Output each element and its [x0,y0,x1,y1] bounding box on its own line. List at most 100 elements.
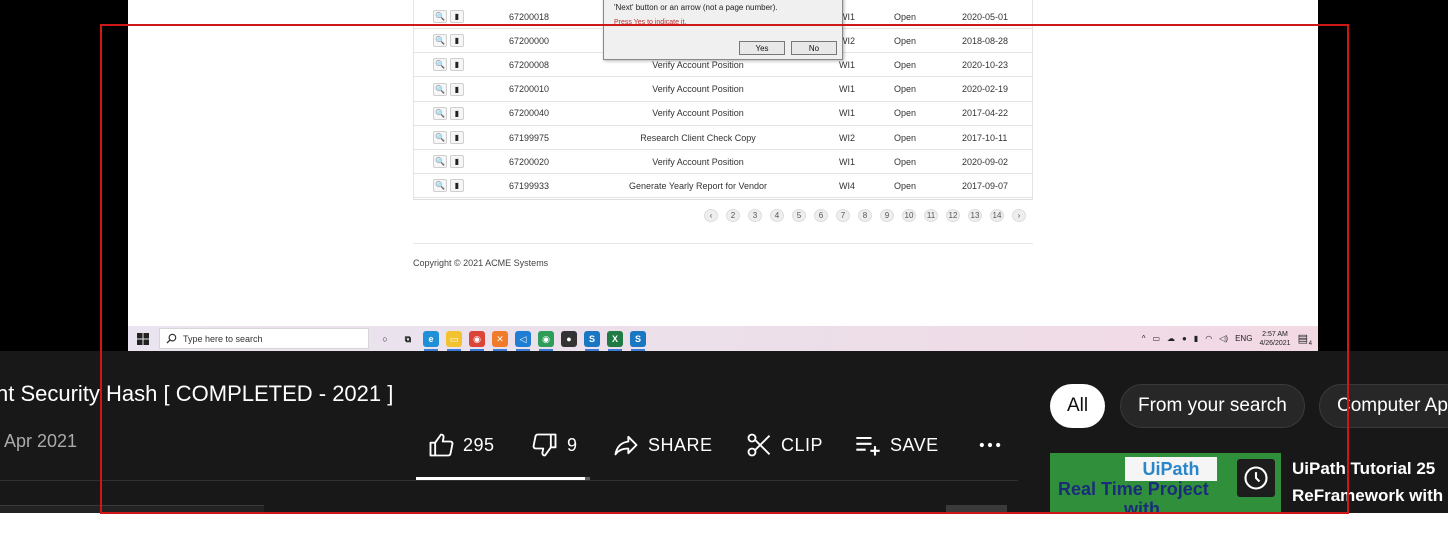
page-button[interactable]: 7 [836,209,850,222]
cell-wiid: 67200020 [509,156,550,167]
microphone-icon[interactable]: ● [1182,334,1187,343]
wifi-icon[interactable]: ◠ [1205,334,1212,343]
delete-icon[interactable]: ▮ [450,82,464,96]
view-icon[interactable]: 🔍 [433,131,447,144]
chip-all[interactable]: All [1050,384,1106,428]
save-button[interactable]: SAVE [854,431,939,459]
video-player[interactable]: 🔍 ▮ 67200018 WI1 Open 2020-05-01 🔍 ▮ 67200000 WI2… [128,0,1318,351]
more-actions-button[interactable] [976,431,1004,459]
delete-icon[interactable]: ▮ [450,10,464,23]
view-icon[interactable]: 🔍 [433,10,447,23]
scissors-icon [747,433,771,457]
cortana-icon[interactable]: ○ [377,331,393,347]
page-button[interactable]: 4 [770,209,784,222]
dislike-count: 9 [567,434,578,455]
dialog-instruction: Press Yes to indicate it. [614,19,687,26]
like-button[interactable]: 295 [427,431,495,459]
view-icon[interactable]: 🔍 [433,179,447,193]
next-page-button[interactable]: › [1012,209,1026,222]
no-button[interactable]: No [791,41,837,55]
view-icon[interactable]: 🔍 [433,58,447,72]
notification-icon[interactable]: ▤ 4 [1298,332,1312,347]
windows-start-icon[interactable] [136,332,150,346]
delete-icon[interactable]: ▮ [450,106,464,120]
system-tray: ^ ▭ ☁ ● ▮ ◠ ◁) ENG 2:57 AM 4/26/2021 ▤ 4 [1142,326,1312,351]
page-button[interactable]: 12 [946,209,960,222]
delete-icon[interactable]: ▮ [450,155,464,169]
delete-icon[interactable]: ▮ [450,34,464,48]
cell-type: WI1 [839,108,856,119]
save-label: SAVE [890,434,939,455]
battery-icon[interactable]: ▮ [1194,334,1198,343]
uipath-assistant-icon[interactable]: S [630,331,646,351]
page-button[interactable]: 14 [990,209,1004,222]
cell-description: Verify Account Position [652,108,744,119]
clock-time: 2:57 AM [1262,330,1288,338]
view-icon[interactable]: 🔍 [433,82,447,96]
pagination: ‹ 2 3 4 5 6 7 8 9 10 11 12 13 14 › [704,209,1026,222]
language-indicator[interactable]: ENG [1235,334,1252,343]
taskbar-search-input[interactable]: Type here to search [159,328,369,349]
page-button[interactable]: 8 [858,209,872,222]
page-button[interactable]: 6 [814,209,828,222]
view-icon[interactable]: 🔍 [433,106,447,120]
clip-button[interactable]: CLIP [745,431,823,459]
dialog-message: 'Next' button or an arrow (not a page nu… [614,3,778,12]
chrome-profile-icon[interactable]: ◉ [538,331,554,351]
xampp-icon[interactable]: ✕ [492,331,508,351]
cell-type: WI4 [839,180,856,191]
page-button[interactable]: 2 [726,209,740,222]
page-button[interactable]: 11 [924,209,938,222]
chip-from-your-search[interactable]: From your search [1120,384,1305,428]
cell-description: Verify Account Position [652,156,744,167]
volume-icon[interactable]: ◁) [1219,334,1228,343]
cell-wiid: 67200040 [509,108,550,119]
edge-icon[interactable]: e [423,331,439,351]
taskbar-clock[interactable]: 2:57 AM 4/26/2021 [1259,330,1290,348]
page-button[interactable]: 10 [902,209,916,222]
cell-date: 2020-09-02 [962,156,1009,167]
chip-computer-applications[interactable]: Computer Ap [1319,384,1448,428]
thumbs-down-icon [532,433,557,457]
file-explorer-icon[interactable]: ▭ [446,331,462,351]
dislike-button[interactable]: 9 [531,431,578,459]
network-icon[interactable]: ▭ [1152,334,1160,343]
cell-wiid: 67200008 [509,59,550,70]
cell-status: Open [894,132,917,143]
notification-count: 4 [1308,341,1312,347]
page-button[interactable]: 9 [880,209,894,222]
cell-wiid: 67200010 [509,84,550,95]
prev-page-button[interactable]: ‹ [704,209,718,222]
chrome-icon[interactable]: ◉ [469,331,485,351]
task-view-icon[interactable]: ⧉ [400,331,416,347]
view-icon[interactable]: 🔍 [433,34,447,48]
share-button[interactable]: SHARE [612,431,713,459]
onedrive-icon[interactable]: ☁ [1167,334,1175,343]
search-icon [166,333,177,344]
page-button[interactable]: 13 [968,209,982,222]
excel-icon[interactable]: X [607,331,623,351]
page-button[interactable]: 5 [792,209,806,222]
delete-icon[interactable]: ▮ [450,58,464,72]
uipath-studio-icon[interactable]: S [584,331,600,351]
row-actions: 🔍 ▮ [433,106,464,120]
row-actions: 🔍 ▮ [433,10,464,23]
cell-wiid: 67199933 [509,180,550,191]
table-row: 🔍 ▮ 67199975 Research Client Check Copy WI2 O… [413,126,1033,150]
view-icon[interactable]: 🔍 [433,155,447,169]
delete-icon[interactable]: ▮ [450,131,464,144]
cell-status: Open [894,180,917,191]
youtube-watch-area: nt Security Hash [ COMPLETED - 2021 ] Ap… [0,351,1448,539]
delete-icon[interactable]: ▮ [450,179,464,193]
cell-date: 2020-10-23 [962,59,1009,70]
recommended-title[interactable]: UiPath Tutorial 25 ReFramework with [1292,455,1443,509]
yes-button[interactable]: Yes [739,41,785,55]
footer-divider [413,243,1033,244]
watch-later-button[interactable] [1237,459,1275,497]
vscode-icon[interactable]: ◁ [515,331,531,351]
obs-icon[interactable]: ● [561,331,577,347]
thumbs-up-icon [429,433,454,457]
cell-date: 2020-05-01 [962,11,1009,22]
page-button[interactable]: 3 [748,209,762,222]
chevron-up-icon[interactable]: ^ [1142,334,1146,343]
